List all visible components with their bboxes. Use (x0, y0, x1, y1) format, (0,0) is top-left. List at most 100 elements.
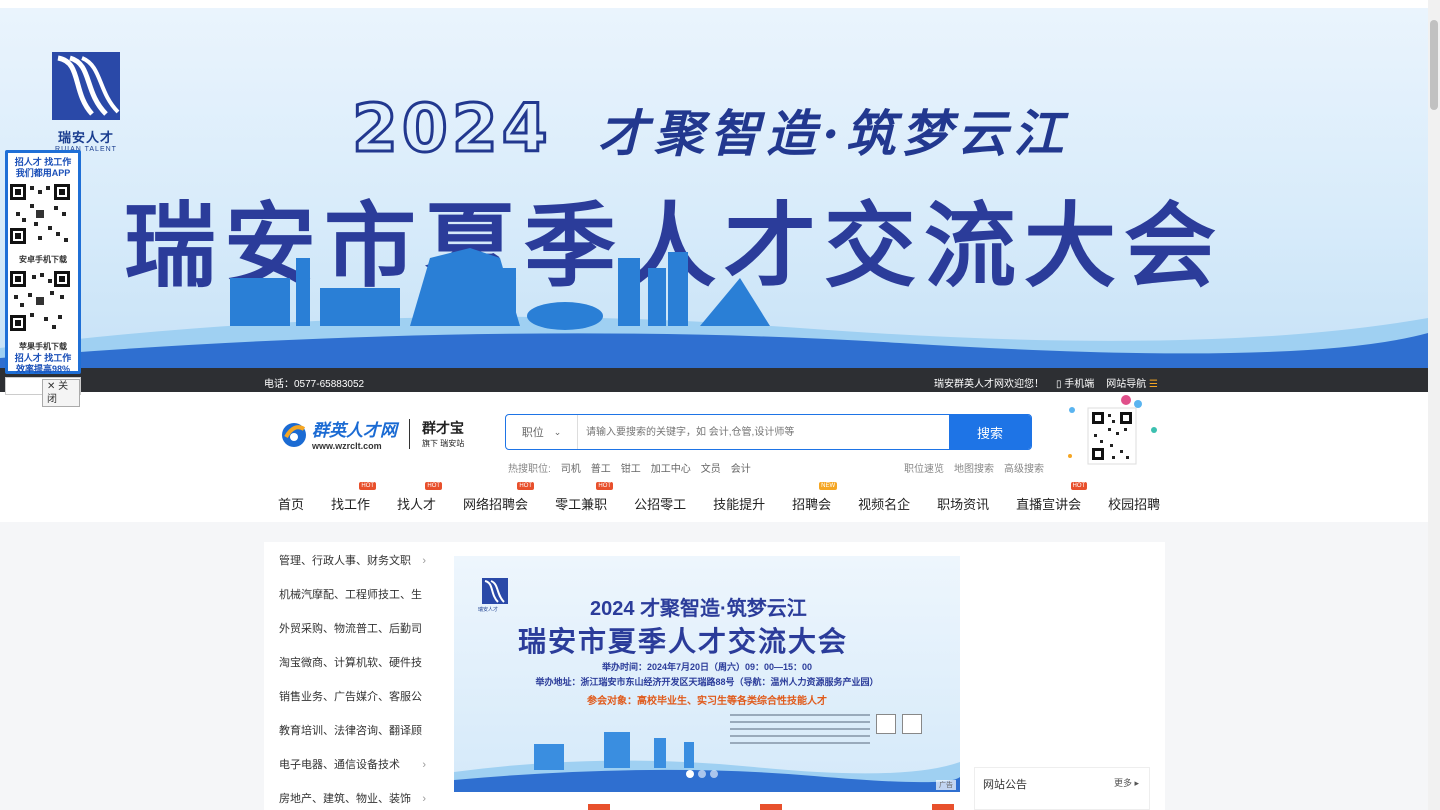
notice-title: 网站公告 (983, 779, 1027, 791)
nav-item-career-news[interactable]: 职场资讯 (937, 494, 989, 513)
hot-item[interactable]: 加工中心 (651, 460, 691, 475)
category-item[interactable]: 教育培训、法律咨询、翻译顾 (279, 712, 434, 746)
welcome-text: 瑞安群英人才网欢迎您！ (933, 379, 1044, 390)
logo-cn: 瑞安人才 (57, 130, 114, 145)
hot-item[interactable]: 文员 (701, 460, 721, 475)
nav-label: 首页 (278, 497, 305, 512)
map-search-link[interactable]: 地图搜索 (954, 460, 994, 475)
hot-badge: HOT (1070, 482, 1088, 490)
hot-badge: HOT (596, 482, 614, 490)
brand-url: www.wzrclt.com (312, 441, 382, 451)
sub-brand: 群才宝 (422, 420, 464, 436)
android-download-label[interactable]: 安卓手机下载 (8, 254, 78, 266)
search-type-select[interactable]: 职位 ⌄ (506, 415, 578, 449)
nav-item-video-companies[interactable]: 视频名企 (858, 494, 910, 513)
search-input[interactable] (578, 415, 949, 449)
nav-item-online-fair[interactable]: 网络招聘会 HOT (463, 482, 535, 513)
category-item[interactable]: 淘宝微商、计算机软、硬件技 (279, 644, 434, 678)
ios-download-label[interactable]: 苹果手机下载 (8, 341, 78, 353)
close-float-button[interactable]: ✕ 关闭 (42, 379, 80, 407)
top-bar-links: 瑞安群英人才网欢迎您！ ▯ 手机端 网站导航 ☰ (934, 375, 1158, 390)
card-tag (760, 804, 782, 810)
job-card[interactable] (626, 804, 788, 810)
app-download-float[interactable]: 招人才 找工作 我们都用APP 安卓手机下载 苹果手机下载 招人才 找工作 效率… (5, 150, 81, 374)
slide-year-slogan: 2024 才聚智造·筑梦云江 (590, 592, 807, 621)
category-item[interactable]: 外贸采购、物流普工、后勤司 (279, 610, 434, 644)
main-content: 管理、行政人事、财务文职 › 机械汽摩配、工程师技工、生 外贸采购、物流普工、后勤… (264, 542, 1165, 810)
city-skyline-illustration (0, 248, 1428, 368)
nav-label: 招聘会 (792, 497, 832, 512)
job-browse-link[interactable]: 职位速览 (904, 460, 944, 475)
category-item[interactable]: 销售业务、广告媒介、客服公 (279, 678, 434, 712)
hot-item[interactable]: 普工 (591, 460, 611, 475)
top-strip (0, 0, 1428, 8)
site-logo[interactable]: 群英人才网 www.wzrclt.com 群才宝 旗下 瑞安站 (280, 416, 464, 451)
carousel-dot[interactable] (698, 770, 706, 778)
category-label: 房地产、建筑、物业、装饰 (279, 793, 411, 805)
nav-label: 公招零工 (634, 497, 687, 512)
nav-item-job-fair[interactable]: 招聘会 NEW (792, 482, 838, 513)
phone-number: 电话：0577-65883052 (264, 379, 365, 390)
nav-label: 职场资讯 (937, 497, 990, 512)
slide-slogan: 才聚智造·筑梦云江 (640, 598, 807, 620)
ruian-logo-small-icon (482, 578, 508, 604)
ios-qr-code-icon[interactable] (8, 269, 72, 333)
nav-item-live-talk[interactable]: 直播宣讲会 HOT (1016, 482, 1088, 513)
carousel-dot[interactable] (686, 770, 694, 778)
slide-address: 举办地址：浙江瑞安市东山经济开发区天瑞路88号（导航：温州人力资源服务产业园） (535, 677, 879, 687)
nav-label: 找人才 (397, 497, 437, 512)
notice-more-link[interactable]: 更多 ▸ (1114, 776, 1139, 789)
nav-label: 视频名企 (858, 497, 911, 512)
slide-time: 举办时间：2024年7月20日（周六）09：00—15：00 (601, 662, 813, 672)
category-item[interactable]: 电子电器、通信设备技术 › (279, 746, 434, 780)
category-label: 销售业务、广告媒介、客服公 (279, 691, 422, 703)
nav-label: 技能提升 (713, 497, 766, 512)
category-item[interactable]: 机械汽摩配、工程师技工、生 (279, 576, 434, 610)
phone-icon: ▯ (1055, 379, 1065, 390)
banner-year: 2024 (351, 89, 552, 169)
search-button[interactable]: 搜索 (949, 415, 1031, 449)
header-qr-code-icon[interactable] (1064, 394, 1160, 470)
qunying-logo-icon (282, 422, 306, 447)
nav-item-home[interactable]: 首页 (278, 494, 304, 513)
hot-badge: HOT (359, 482, 377, 490)
site-nav-label: 网站导航 (1106, 379, 1147, 390)
nav-item-public-gig[interactable]: 公招零工 (634, 494, 686, 513)
nav-item-part-time[interactable]: 零工兼职 HOT (555, 482, 614, 513)
ruian-talent-logo: 瑞安人才 RUIAN TALENT (50, 52, 122, 153)
mobile-link-label: 手机端 (1064, 379, 1095, 390)
page-scrollbar[interactable] (1428, 0, 1440, 810)
carousel-dot[interactable] (710, 770, 718, 778)
nav-item-find-job[interactable]: 找工作 HOT (331, 482, 377, 513)
nav-label: 网络招聘会 (463, 497, 529, 512)
nav-label: 找工作 (331, 497, 371, 512)
main-nav: 首页 找工作 HOT 找人才 HOT 网络招聘会 HOT 零工兼职 HOT 公招零工 技… (278, 482, 1187, 513)
hot-item[interactable]: 钳工 (621, 460, 641, 475)
hot-badge: HOT (517, 482, 535, 490)
job-card[interactable] (798, 804, 960, 810)
nav-item-campus[interactable]: 校园招聘 (1108, 494, 1160, 513)
mobile-link[interactable]: ▯ 手机端 (1056, 375, 1094, 390)
logo-divider (409, 418, 410, 449)
search-type-value: 职位 (521, 427, 544, 439)
category-label: 淘宝微商、计算机软、硬件技 (279, 657, 422, 669)
hero-banner[interactable]: 瑞安人才 RUIAN TALENT 2024 才聚智造·筑梦云江 瑞安市夏季人才… (0, 8, 1428, 368)
app-promo-line2: 我们都用APP (15, 168, 71, 178)
android-qr-code-icon[interactable] (8, 182, 72, 246)
scrollbar-thumb[interactable] (1430, 20, 1438, 110)
hot-item[interactable]: 司机 (561, 460, 581, 475)
category-item[interactable]: 房地产、建筑、物业、装饰 › (279, 780, 434, 810)
brand-name: 群英人才网 (312, 421, 397, 440)
job-card[interactable] (454, 804, 616, 810)
site-nav-link[interactable]: 网站导航 ☰ (1106, 375, 1158, 390)
site-notice-panel: 网站公告 更多 ▸ (974, 767, 1150, 810)
category-list: 管理、行政人事、财务文职 › 机械汽摩配、工程师技工、生 外贸采购、物流普工、后勤… (264, 542, 434, 810)
app-promo-line3: 招人才 找工作 (14, 353, 72, 363)
advanced-search-link[interactable]: 高级搜索 (1004, 460, 1044, 475)
category-item[interactable]: 管理、行政人事、财务文职 › (279, 542, 434, 576)
nav-item-skills[interactable]: 技能提升 (713, 494, 765, 513)
hot-item[interactable]: 会计 (731, 460, 751, 475)
carousel-dots (686, 770, 718, 778)
carousel-slide[interactable]: 瑞安人才 2024 才聚智造·筑梦云江 瑞安市夏季人才交流大会 举办时间：202… (454, 556, 960, 792)
nav-item-find-talent[interactable]: 找人才 HOT (397, 482, 443, 513)
